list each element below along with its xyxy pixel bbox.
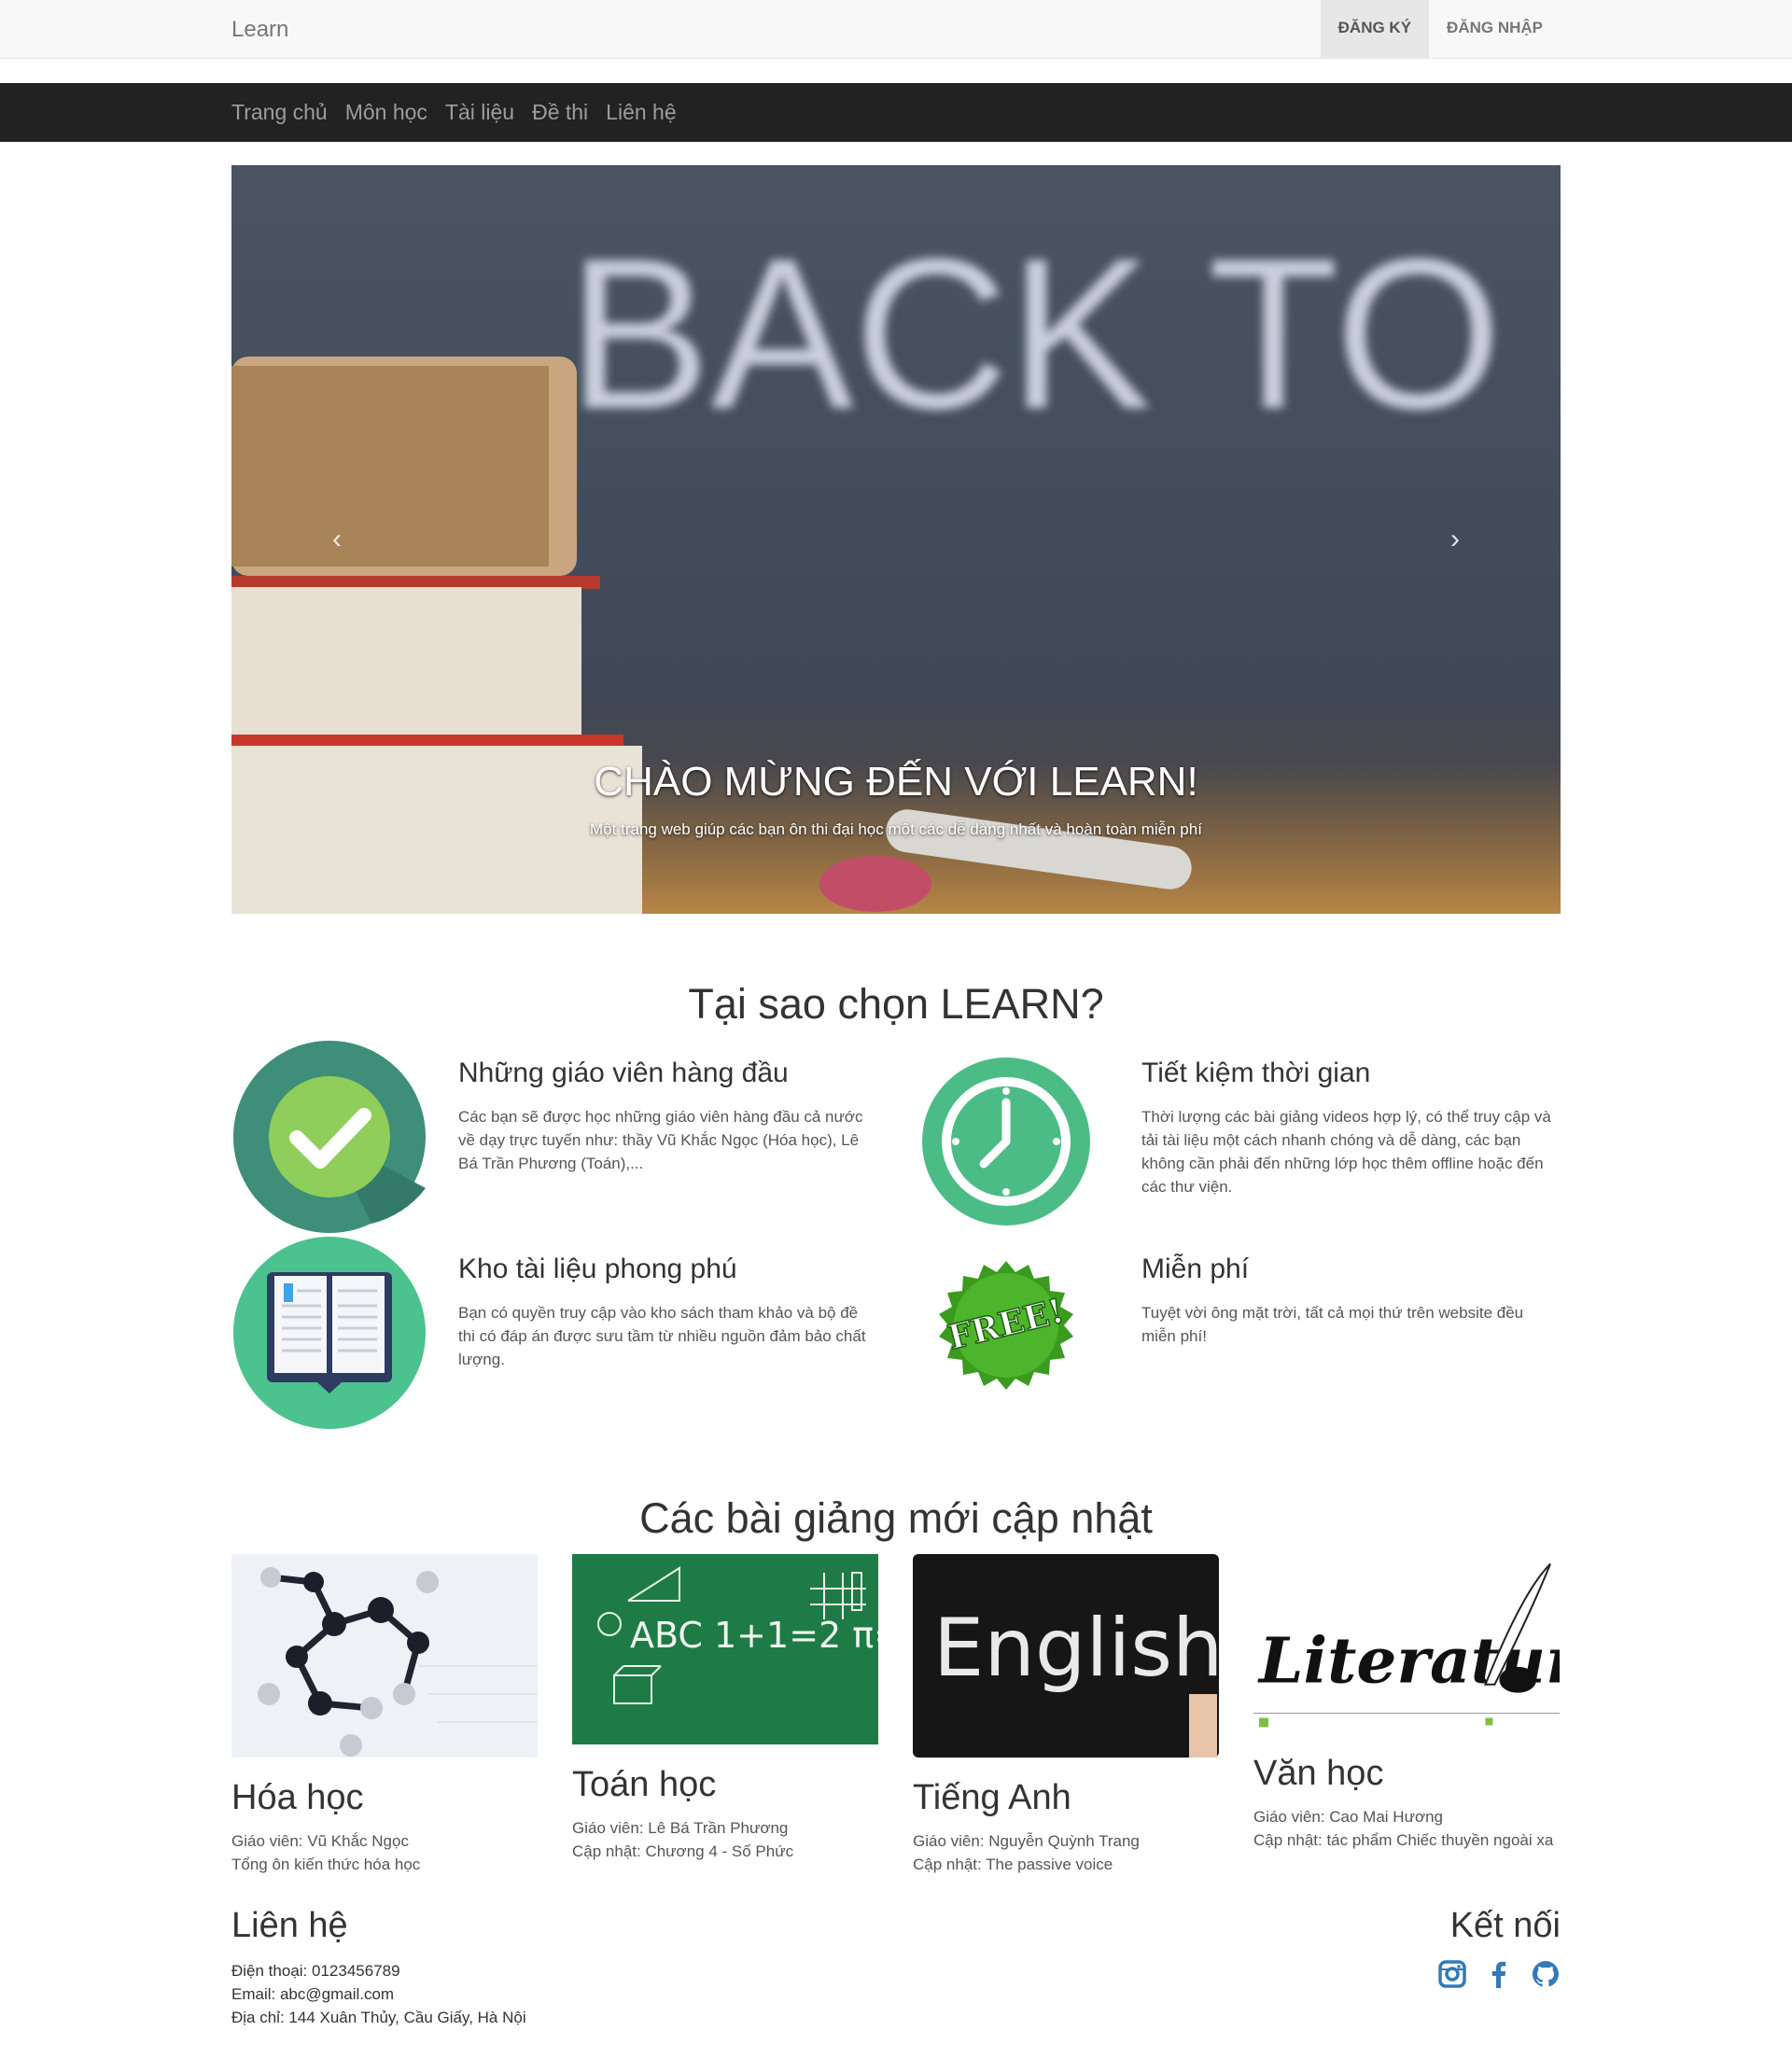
- nav-item-documents[interactable]: Tài liệu: [445, 83, 514, 142]
- math-board-text: ABC 1+1=2 π=3,14...: [630, 1615, 878, 1656]
- instagram-icon[interactable]: [1437, 1959, 1467, 1989]
- nav-links: Trang chủ Môn học Tài liệu Đề thi Liên h…: [231, 83, 677, 142]
- contact-phone: Điện thoại: 0123456789: [231, 1962, 400, 1980]
- feature-title: Kho tài liệu phong phú: [458, 1254, 737, 1284]
- footer-connect: Kết nối: [1437, 1906, 1561, 1989]
- carousel-caption-title: CHÀO MỪNG ĐẾN VỚI LEARN!: [594, 759, 1198, 805]
- feature-text: Bạn có quyền truy cập vào kho sách tham …: [458, 1304, 866, 1368]
- feature-title: Tiết kiệm thời gian: [1141, 1058, 1371, 1088]
- lesson-thumbnail[interactable]: ABC 1+1=2 π=3,14...: [572, 1554, 878, 1744]
- free-badge-icon: FREE!: [939, 1261, 1073, 1390]
- feature-documents: Kho tài liệu phong phú Bạn có quyền truy…: [231, 1235, 866, 1431]
- lesson-update: Cập nhật: Chương 4 - Số Phức: [572, 1842, 794, 1860]
- lesson-card-literature[interactable]: Literature Văn học Giáo viên: Cao Mai Hư…: [1253, 1554, 1561, 1852]
- feature-text: Các bạn sẽ được học những giáo viên hàng…: [458, 1108, 863, 1172]
- lesson-card-english[interactable]: English Tiếng Anh Giáo viên: Nguyễn Quỳn…: [913, 1554, 1221, 1876]
- feature-text: Tuyệt vời ông mặt trời, tất cả mọi thứ t…: [1141, 1304, 1524, 1345]
- lesson-update: Cập nhật: The passive voice: [913, 1856, 1113, 1873]
- social-links: [1437, 1959, 1561, 1989]
- contact-title: Liên hệ: [231, 1906, 348, 1945]
- auth-links: ĐĂNG KÝ ĐĂNG NHẬP: [1320, 0, 1561, 59]
- why-title: Tại sao chọn LEARN?: [688, 980, 1104, 1028]
- contact-email: Email: abc@gmail.com: [231, 1985, 395, 2003]
- lesson-title[interactable]: Hóa học: [231, 1778, 539, 1818]
- lesson-title[interactable]: Tiếng Anh: [913, 1778, 1221, 1818]
- feature-text: Thời lượng các bài giảng videos hợp lý, …: [1141, 1108, 1551, 1196]
- lesson-update: Cập nhật: tác phẩm Chiếc thuyền ngoài xa: [1253, 1831, 1554, 1849]
- lesson-teacher: Giáo viên: Lê Bá Trần Phương: [572, 1819, 789, 1837]
- lesson-teacher: Giáo viên: Vũ Khắc Ngọc: [231, 1832, 409, 1850]
- lesson-title[interactable]: Toán học: [572, 1765, 880, 1805]
- feature-title: Miễn phí: [1141, 1254, 1250, 1284]
- nav-item-home[interactable]: Trang chủ: [231, 83, 328, 142]
- carousel-caption-text: Một trang web giúp các bạn ôn thi đại họ…: [590, 820, 1202, 838]
- lesson-teacher: Giáo viên: Cao Mai Hương: [1253, 1808, 1444, 1826]
- main-navbar: Trang chủ Môn học Tài liệu Đề thi Liên h…: [0, 83, 1792, 142]
- lessons-title: Các bài giảng mới cập nhật: [639, 1494, 1153, 1542]
- clock-icon: [922, 1058, 1090, 1226]
- feature-time: Tiết kiệm thời gian Thời lượng các bài g…: [922, 1039, 1551, 1235]
- lesson-teacher: Giáo viên: Nguyễn Quỳnh Trang: [913, 1832, 1140, 1850]
- lesson-thumbnail[interactable]: Literature: [1253, 1554, 1560, 1733]
- nav-item-subjects[interactable]: Môn học: [345, 83, 427, 142]
- lesson-thumbnail[interactable]: English: [913, 1554, 1219, 1758]
- lesson-card-math[interactable]: ABC 1+1=2 π=3,14... Toán học Giáo viên: …: [572, 1554, 880, 1863]
- register-button[interactable]: ĐĂNG KÝ: [1320, 0, 1430, 59]
- feature-teachers: Những giáo viên hàng đầu Các bạn sẽ được…: [231, 1039, 863, 1235]
- brand-logo[interactable]: Learn: [231, 17, 288, 43]
- github-icon[interactable]: [1531, 1959, 1561, 1989]
- book-icon: [233, 1237, 426, 1429]
- checkmark-icon: [233, 1041, 426, 1233]
- carousel-next-icon[interactable]: ›: [1450, 524, 1460, 555]
- feature-title: Những giáo viên hàng đầu: [458, 1058, 789, 1088]
- connect-title: Kết nối: [1449, 1906, 1561, 1945]
- contact-address: Địa chỉ: 144 Xuân Thủy, Cầu Giấy, Hà Nội: [231, 2009, 526, 2026]
- facebook-icon[interactable]: [1484, 1959, 1514, 1989]
- nav-item-contact[interactable]: Liên hệ: [606, 83, 676, 142]
- english-board-text: English: [933, 1602, 1219, 1695]
- carousel-prev-icon[interactable]: ‹: [332, 524, 342, 555]
- lesson-title[interactable]: Văn học: [1253, 1754, 1561, 1794]
- lesson-thumbnail[interactable]: [231, 1554, 538, 1758]
- lesson-update: Tổng ôn kiến thức hóa học: [231, 1856, 421, 1873]
- hero-carousel: BACK TO SCHOOL ‹ › CHÀO MỪNG ĐẾN VỚI LEA…: [231, 165, 1561, 914]
- top-bar: Learn ĐĂNG KÝ ĐĂNG NHẬP: [0, 0, 1792, 59]
- chalk-text-back: BACK TO SCHOOL: [567, 214, 1561, 454]
- nav-item-exams[interactable]: Đề thi: [532, 83, 588, 142]
- login-button[interactable]: ĐĂNG NHẬP: [1429, 0, 1561, 59]
- footer-contact: Liên hệ Điện thoại: 0123456789 Email: ab…: [231, 1906, 526, 2029]
- lesson-card-chemistry[interactable]: Hóa học Giáo viên: Vũ Khắc Ngọc Tổng ôn …: [231, 1554, 539, 1876]
- feature-free: FREE! Miễn phí Tuyệt vời ông mặt trời, t…: [922, 1235, 1538, 1431]
